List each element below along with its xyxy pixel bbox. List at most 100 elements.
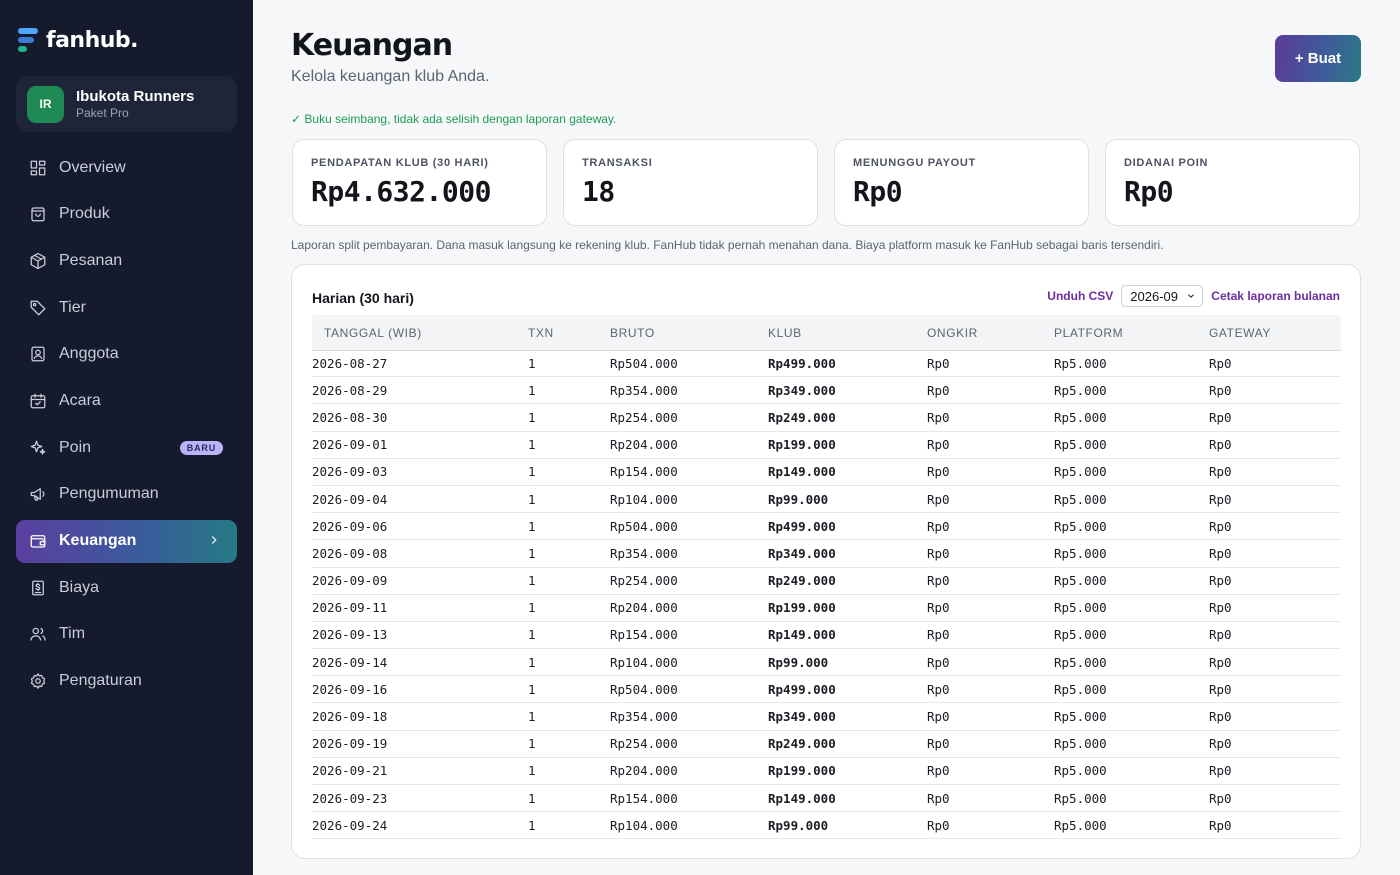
cell-club: Rp349.000: [768, 709, 836, 725]
cell-gross: Rp504.000: [610, 356, 678, 372]
table-row: 2026-09-18 1 Rp354.000 Rp349.000 Rp0 Rp5.000 R…: [312, 703, 1341, 731]
cell-gateway: Rp0: [1209, 356, 1232, 372]
sidebar-nav: Overview Produk Pesanan Tier Anggota Aca…: [16, 146, 237, 706]
cell-gross: Rp504.000: [610, 681, 678, 697]
column-header-gateway: GATEWAY: [1209, 325, 1271, 340]
table-row: 2026-09-04 1 Rp104.000 Rp99.000 Rp0 Rp5.000 Rp…: [312, 486, 1341, 514]
download-csv-link[interactable]: Unduh CSV: [1047, 289, 1113, 303]
sidebar-item-label: Pesanan: [59, 251, 123, 269]
cell-txn: 1: [528, 382, 536, 398]
cell-txn: 1: [528, 518, 536, 534]
cell-shipping: Rp0: [927, 491, 950, 507]
stat-card-points-funded: DIDANAI POIN Rp0: [1105, 139, 1360, 226]
stat-label: MENUNGGU PAYOUT: [853, 157, 976, 169]
sidebar-item-tim[interactable]: Tim: [16, 613, 237, 656]
cell-shipping: Rp0: [927, 627, 950, 643]
new-badge: BARU: [179, 441, 223, 456]
sidebar-item-tier[interactable]: Tier: [16, 286, 237, 329]
cell-txn: 1: [528, 790, 536, 806]
cell-platform: Rp5.000: [1054, 491, 1107, 507]
column-header-date: TANGGAL (WIB): [324, 325, 422, 340]
cell-platform: Rp5.000: [1054, 709, 1107, 725]
cell-gross: Rp154.000: [610, 464, 678, 480]
cell-platform: Rp5.000: [1054, 518, 1107, 534]
cell-platform: Rp5.000: [1054, 736, 1107, 752]
cell-date: 2026-09-21: [312, 763, 388, 779]
print-monthly-report-link[interactable]: Cetak laporan bulanan: [1211, 289, 1340, 303]
page-subtitle: Kelola keuangan klub Anda.: [291, 68, 490, 85]
sidebar: fanhub. IR Ibukota Runners Paket Pro Ove…: [0, 0, 253, 875]
cell-gateway: Rp0: [1209, 790, 1232, 806]
table-row: 2026-09-24 1 Rp104.000 Rp99.000 Rp0 Rp5.000 Rp…: [312, 812, 1341, 840]
cell-platform: Rp5.000: [1054, 382, 1107, 398]
cell-platform: Rp5.000: [1054, 356, 1107, 372]
sidebar-item-acara[interactable]: Acara: [16, 379, 237, 422]
cell-gateway: Rp0: [1209, 817, 1232, 833]
sidebar-item-pesanan[interactable]: Pesanan: [16, 239, 237, 282]
sidebar-item-label: Pengumuman: [59, 485, 159, 503]
daily-table: TANGGAL (WIB) TXN BRUTO KLUB ONGKIR PLAT…: [312, 315, 1341, 840]
sidebar-item-poin[interactable]: Poin BARU: [16, 426, 237, 469]
brand-logo[interactable]: fanhub.: [18, 26, 139, 54]
gear-icon: [28, 671, 48, 691]
cell-platform: Rp5.000: [1054, 409, 1107, 425]
cell-date: 2026-09-19: [312, 736, 388, 752]
club-name: Ibukota Runners: [76, 88, 195, 105]
cell-date: 2026-09-24: [312, 817, 388, 833]
stat-card-pending-payout: MENUNGGU PAYOUT Rp0: [834, 139, 1089, 226]
cell-shipping: Rp0: [927, 573, 950, 589]
cell-gross: Rp104.000: [610, 654, 678, 670]
sidebar-item-anggota[interactable]: Anggota: [16, 333, 237, 376]
cell-shipping: Rp0: [927, 600, 950, 616]
sidebar-item-label: Pengaturan: [59, 672, 142, 690]
stat-value: Rp0: [853, 175, 903, 208]
sidebar-item-produk[interactable]: Produk: [16, 193, 237, 236]
cell-shipping: Rp0: [927, 382, 950, 398]
create-button[interactable]: + Buat: [1275, 35, 1361, 82]
bag-icon: [28, 204, 48, 224]
club-switcher[interactable]: IR Ibukota Runners Paket Pro: [16, 76, 237, 132]
cell-club: Rp149.000: [768, 790, 836, 806]
sidebar-item-label: Keuangan: [59, 532, 137, 549]
cell-gross: Rp354.000: [610, 545, 678, 561]
sidebar-item-label: Poin: [59, 438, 92, 456]
stat-label: DIDANAI POIN: [1124, 157, 1209, 169]
users-icon: [28, 624, 48, 644]
month-select[interactable]: 2026-09: [1121, 285, 1204, 307]
grid-icon: [28, 158, 48, 178]
table-row: 2026-09-14 1 Rp104.000 Rp99.000 Rp0 Rp5.000 Rp…: [312, 649, 1341, 677]
cell-txn: 1: [528, 627, 536, 643]
table-row: 2026-08-27 1 Rp504.000 Rp499.000 Rp0 Rp5.000 R…: [312, 350, 1341, 378]
box-icon: [28, 251, 48, 271]
stat-label: TRANSAKSI: [582, 157, 653, 169]
column-header-gross: BRUTO: [610, 325, 655, 340]
cell-gross: Rp204.000: [610, 600, 678, 616]
cell-gateway: Rp0: [1209, 437, 1232, 453]
cell-gateway: Rp0: [1209, 627, 1232, 643]
club-plan: Paket Pro: [76, 106, 129, 120]
sidebar-item-pengumuman[interactable]: Pengumuman: [16, 473, 237, 516]
sidebar-item-keuangan[interactable]: Keuangan: [16, 519, 237, 563]
cell-platform: Rp5.000: [1054, 790, 1107, 806]
cell-date: 2026-09-14: [312, 654, 388, 670]
cell-gateway: Rp0: [1209, 409, 1232, 425]
wallet-icon: [28, 531, 48, 551]
sidebar-item-pengaturan[interactable]: Pengaturan: [16, 660, 237, 703]
table-row: 2026-09-06 1 Rp504.000 Rp499.000 Rp0 Rp5.000 R…: [312, 513, 1341, 541]
month-select-value: 2026-09: [1130, 288, 1179, 304]
cell-gateway: Rp0: [1209, 382, 1232, 398]
cell-gateway: Rp0: [1209, 491, 1232, 507]
sparkle-icon: [28, 438, 48, 458]
sidebar-item-biaya[interactable]: Biaya: [16, 566, 237, 609]
cell-gateway: Rp0: [1209, 654, 1232, 670]
cell-date: 2026-08-29: [312, 382, 388, 398]
cell-txn: 1: [528, 545, 536, 561]
cell-date: 2026-09-23: [312, 790, 388, 806]
cell-txn: 1: [528, 736, 536, 752]
stat-value: Rp4.632.000: [311, 175, 491, 208]
cell-date: 2026-08-27: [312, 356, 388, 372]
cell-date: 2026-09-11: [312, 600, 388, 616]
cell-club: Rp99.000: [768, 654, 829, 670]
sidebar-item-overview[interactable]: Overview: [16, 146, 237, 189]
table-body: 2026-08-27 1 Rp504.000 Rp499.000 Rp0 Rp5.000 R…: [312, 350, 1341, 840]
